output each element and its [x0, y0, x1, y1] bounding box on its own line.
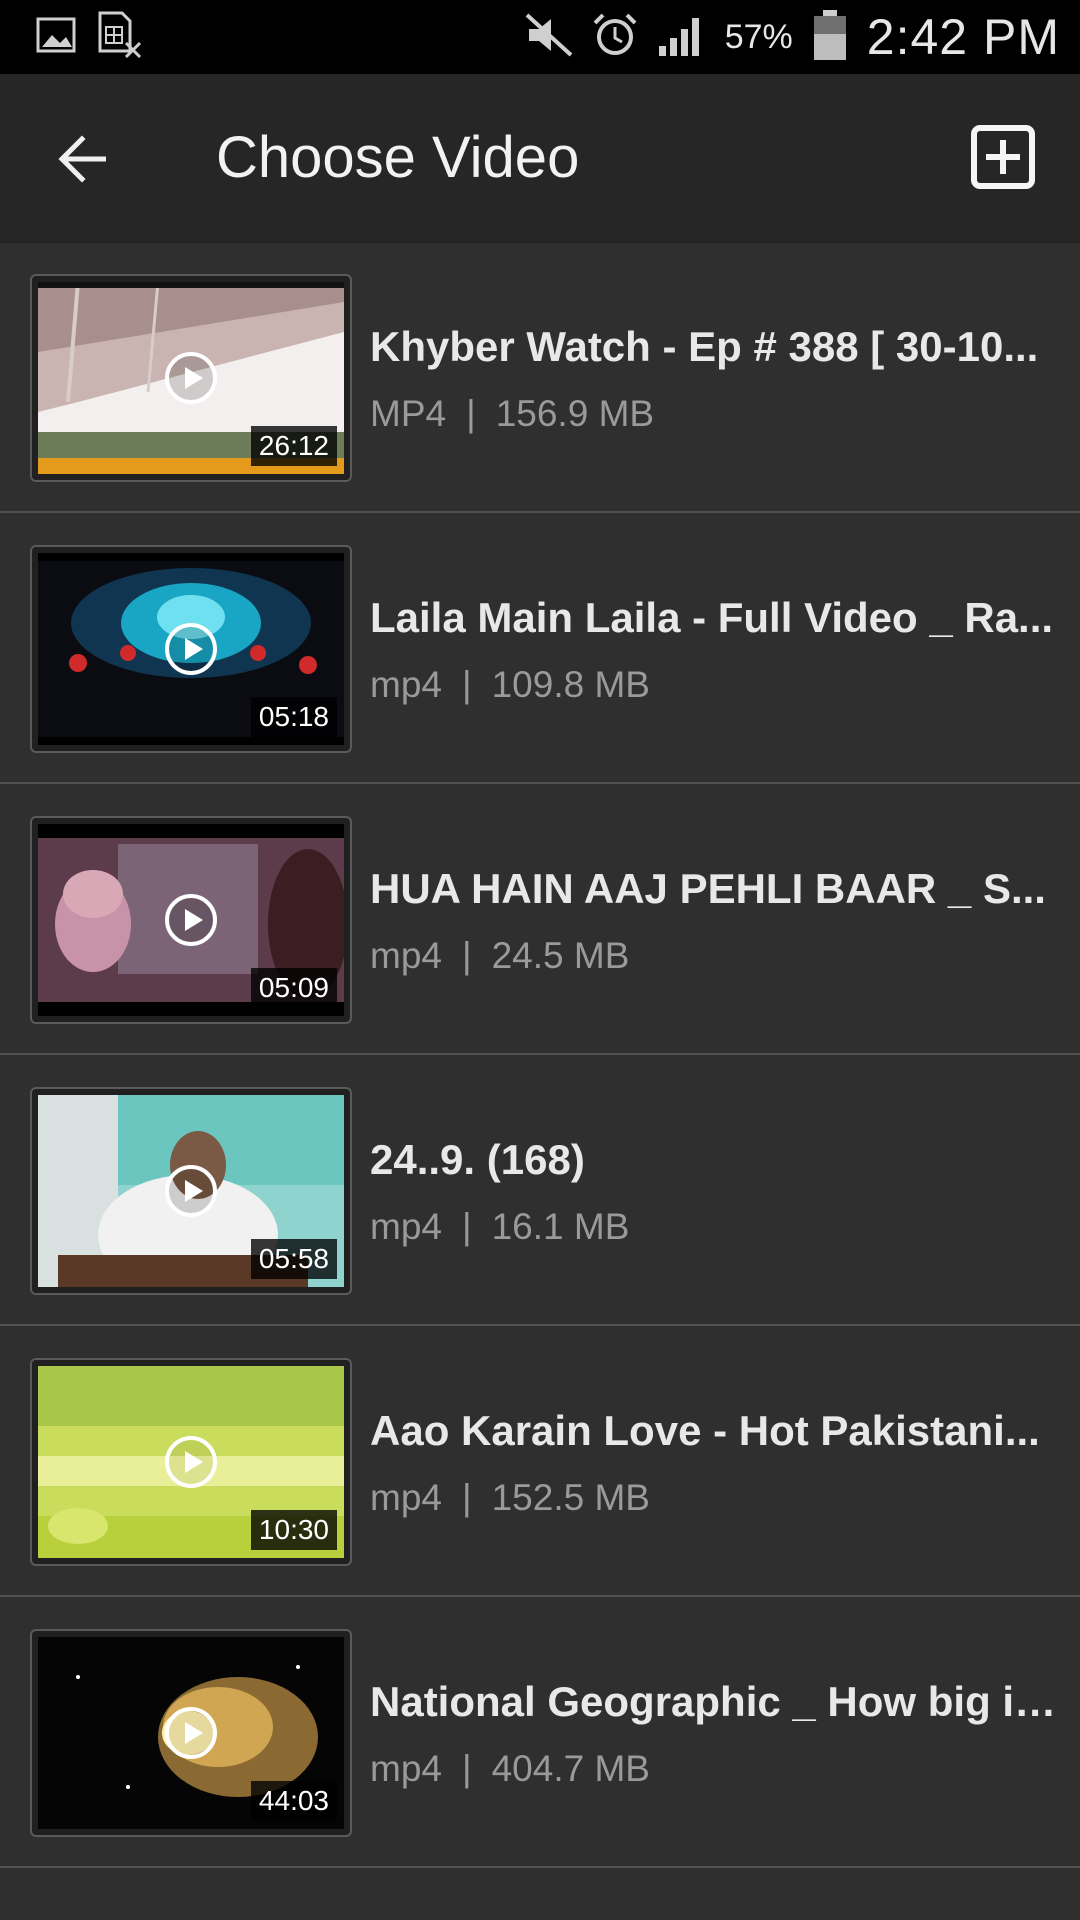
video-thumbnail: 10:30	[38, 1366, 344, 1558]
clock: 2:42 PM	[866, 9, 1060, 65]
video-thumbnail: 05:58	[38, 1095, 344, 1287]
video-list-item[interactable]: 05:18 Laila Main Laila - Full Video _ Ra…	[0, 513, 1080, 784]
video-title: Aao Karain Love - Hot Pakistani...	[370, 1407, 1040, 1454]
video-title: National Geographic _ How big is...	[370, 1678, 1062, 1725]
duration-badge: 10:30	[250, 1510, 337, 1550]
duration-badge: 05:58	[250, 1239, 337, 1279]
video-meta: MP4 | 156.9 MB	[370, 392, 654, 436]
video-meta: mp4 | 152.5 MB	[370, 1476, 650, 1520]
play-icon	[165, 1165, 217, 1217]
play-icon	[165, 1707, 217, 1759]
duration-badge: 05:18	[250, 697, 337, 737]
play-icon	[165, 623, 217, 675]
video-thumbnail: 26:12	[38, 282, 344, 474]
video-list-item[interactable]: 05:09 HUA HAIN AAJ PEHLI BAAR _ S... mp4…	[0, 784, 1080, 1055]
video-format: mp4	[370, 1477, 442, 1518]
video-title: Khyber Watch - Ep # 388 [ 30-10...	[370, 323, 1039, 370]
video-title: Laila Main Laila - Full Video _ Ra...	[370, 594, 1054, 641]
page-title: Choose Video	[216, 125, 580, 190]
video-thumbnail-frame: 10:30	[30, 1358, 352, 1566]
video-format: mp4	[370, 1206, 442, 1247]
video-thumbnail-frame: 05:18	[30, 545, 352, 753]
video-list-item[interactable]: 26:12 Khyber Watch - Ep # 388 [ 30-10...…	[0, 242, 1080, 513]
video-title: 24..9. (168)	[370, 1136, 585, 1183]
meta-separator: |	[461, 1477, 472, 1518]
video-thumbnail: 05:18	[38, 553, 344, 745]
battery-percent: 57%	[724, 17, 793, 56]
app-bar: Choose Video	[0, 74, 1080, 243]
video-thumbnail: 44:03	[38, 1637, 344, 1829]
video-list-item[interactable]: 44:03 National Geographic _ How big is..…	[0, 1597, 1080, 1868]
video-size: 404.7 MB	[491, 1748, 650, 1789]
meta-separator: |	[461, 664, 472, 705]
video-meta: mp4 | 109.8 MB	[370, 663, 650, 707]
video-meta: mp4 | 24.5 MB	[370, 934, 629, 978]
meta-separator: |	[461, 1206, 472, 1247]
alarm-icon	[591, 11, 639, 64]
video-list-item[interactable]: 10:30 Aao Karain Love - Hot Pakistani...…	[0, 1326, 1080, 1597]
video-format: mp4	[370, 664, 442, 705]
video-list: 26:12 Khyber Watch - Ep # 388 [ 30-10...…	[0, 242, 1080, 1868]
video-list-item[interactable]: 05:58 24..9. (168) mp4 | 16.1 MB	[0, 1055, 1080, 1326]
video-size: 109.8 MB	[491, 664, 650, 705]
battery-icon	[811, 8, 849, 67]
duration-badge: 26:12	[250, 426, 337, 466]
video-meta: mp4 | 16.1 MB	[370, 1205, 629, 1249]
status-bar: 57% 2:42 PM	[0, 0, 1080, 74]
video-title: HUA HAIN AAJ PEHLI BAAR _ S...	[370, 865, 1046, 912]
mute-icon	[525, 13, 573, 62]
video-format: mp4	[370, 1748, 442, 1789]
add-box-icon	[971, 125, 1035, 189]
status-left-icons	[36, 11, 142, 64]
duration-badge: 05:09	[250, 968, 337, 1008]
play-icon	[165, 894, 217, 946]
add-video-button[interactable]	[966, 120, 1040, 194]
video-thumbnail-frame: 05:09	[30, 816, 352, 1024]
status-right-icons: 57% 2:42 PM	[525, 0, 1060, 74]
back-button[interactable]	[40, 119, 126, 199]
video-meta: mp4 | 404.7 MB	[370, 1747, 650, 1791]
sim-off-icon	[96, 11, 142, 64]
play-icon	[165, 352, 217, 404]
video-size: 24.5 MB	[491, 935, 630, 976]
video-thumbnail-frame: 05:58	[30, 1087, 352, 1295]
video-format: mp4	[370, 935, 442, 976]
video-size: 156.9 MB	[495, 393, 655, 434]
video-format: MP4	[370, 393, 447, 434]
play-icon	[165, 1436, 217, 1488]
arrow-left-icon	[58, 135, 106, 183]
image-icon	[36, 17, 76, 58]
meta-separator: |	[461, 935, 472, 976]
video-thumbnail-frame: 44:03	[30, 1629, 352, 1837]
signal-icon	[657, 12, 707, 63]
meta-separator: |	[461, 1748, 472, 1789]
video-size: 16.1 MB	[491, 1206, 630, 1247]
duration-badge: 44:03	[250, 1781, 337, 1821]
video-thumbnail: 05:09	[38, 824, 344, 1016]
video-size: 152.5 MB	[491, 1477, 650, 1518]
video-thumbnail-frame: 26:12	[30, 274, 352, 482]
meta-separator: |	[466, 393, 476, 434]
